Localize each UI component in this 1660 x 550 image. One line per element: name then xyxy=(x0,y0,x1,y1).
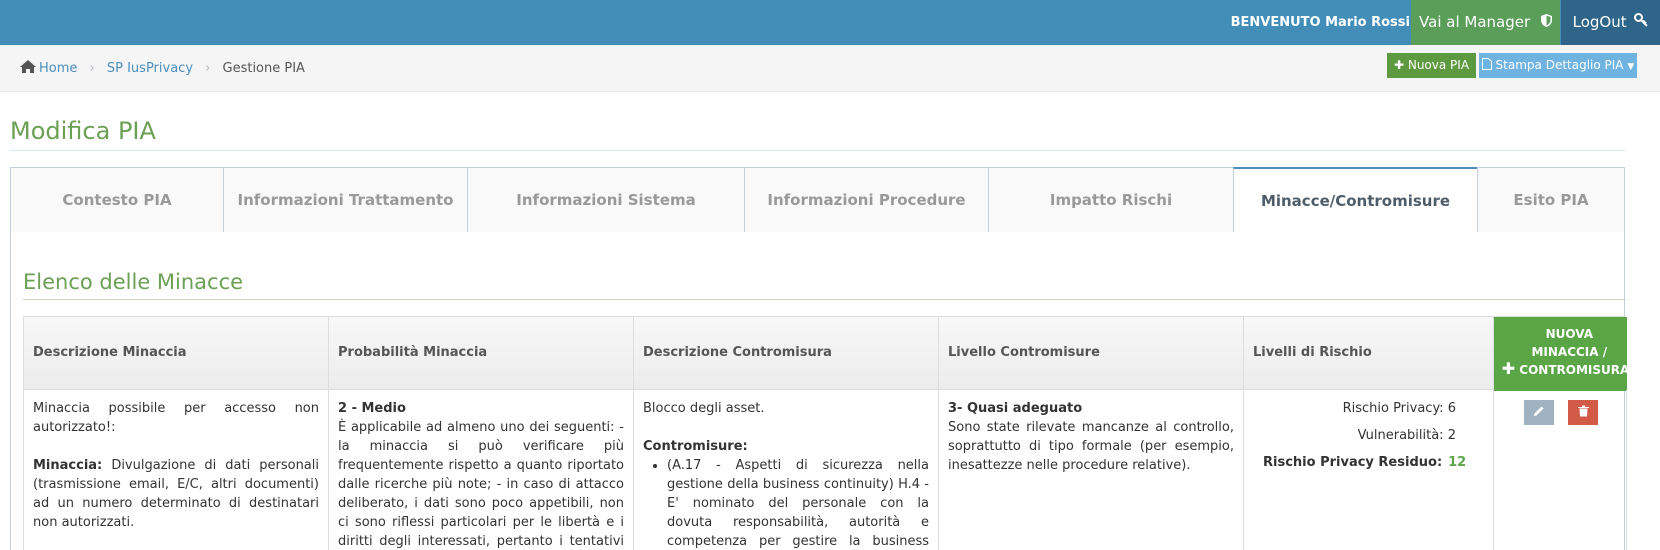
nuova-minaccia-label: NUOVA MINACCIA / CONTROMISURA xyxy=(1519,327,1630,377)
home-icon[interactable] xyxy=(20,46,36,73)
logout-label: LogOut xyxy=(1572,13,1627,31)
pia-tabs: Contesto PIA Informazioni Trattamento In… xyxy=(10,167,1625,273)
chevron-right-icon: › xyxy=(89,61,95,76)
livello-text: Sono state rilevate mancanze al controll… xyxy=(948,420,1234,473)
breadcrumb-home[interactable]: Home xyxy=(39,61,77,76)
nuova-pia-button[interactable]: ✚ Nuova PIA xyxy=(1387,53,1476,78)
contromisura-item: (A.17 - Aspetti di sicurezza nella gesti… xyxy=(667,456,929,550)
probabilita-text: È applicabile ad almeno uno dei seguenti… xyxy=(338,420,624,549)
probabilita-title: 2 - Medio xyxy=(338,401,406,416)
header-descrizione-minaccia: Descrizione Minaccia xyxy=(24,317,329,389)
delete-button[interactable] xyxy=(1568,400,1598,425)
title-divider xyxy=(10,150,1625,151)
edit-button[interactable] xyxy=(1524,400,1554,425)
section-title: Elenco delle Minacce xyxy=(23,270,244,294)
vulnerabilita-value: 2 xyxy=(1447,428,1456,443)
tab-impatto-rischi[interactable]: Impatto Rischi xyxy=(988,167,1234,233)
contromisura-intro: Blocco degli asset. xyxy=(643,401,765,416)
cell-descrizione-minaccia: Minaccia possibile per accesso non autor… xyxy=(24,390,329,550)
rischio-residuo-row: Rischio Privacy Residuo: 12 xyxy=(1253,453,1484,472)
header-livelli-rischio: Livelli di Rischio xyxy=(1244,317,1494,389)
stampa-label: Stampa Dettaglio PIA xyxy=(1495,58,1624,72)
page-title: Modifica PIA xyxy=(10,117,156,145)
table-header: Descrizione Minaccia Probabilità Minacci… xyxy=(23,316,1630,391)
plus-icon: ✚ xyxy=(1393,58,1405,72)
minaccia-label: Minaccia: xyxy=(33,458,103,473)
manager-label: Vai al Manager xyxy=(1419,13,1531,31)
cell-actions xyxy=(1494,390,1627,550)
manager-button[interactable]: Vai al Manager xyxy=(1411,0,1560,45)
cell-livello-contromisure: 3- Quasi adeguato Sono state rilevate ma… xyxy=(939,390,1244,550)
tab-contesto-pia[interactable]: Contesto PIA xyxy=(10,167,224,233)
nuova-pia-label: Nuova PIA xyxy=(1407,58,1470,72)
minaccia-intro: Minaccia possibile per accesso non autor… xyxy=(33,401,319,435)
top-navbar: BENVENUTO Mario Rossi Vai al Manager Log… xyxy=(0,0,1660,45)
chevron-right-icon: › xyxy=(205,61,211,76)
tab-informazioni-sistema-informativo[interactable]: Informazioni Sistema Informativo xyxy=(467,167,745,273)
tab-informazioni-procedure[interactable]: Informazioni Procedure xyxy=(744,167,989,233)
stampa-dettaglio-button[interactable]: Stampa Dettaglio PIA ▼ xyxy=(1479,53,1637,78)
caret-down-icon: ▼ xyxy=(1627,62,1635,72)
header-probabilita-minaccia: Probabilità Minaccia xyxy=(329,317,634,389)
pencil-icon xyxy=(1534,406,1544,416)
plus-icon: ✚ xyxy=(1501,359,1516,378)
cell-livelli-rischio: Rischio Privacy: 6 Vulnerabilità: 2 Risc… xyxy=(1244,390,1494,550)
rischio-residuo-value: 12 xyxy=(1448,455,1467,470)
header-descrizione-contromisura: Descrizione Contromisura xyxy=(634,317,939,389)
tab-esito-pia[interactable]: Esito PIA xyxy=(1477,167,1625,233)
cell-probabilita-minaccia: 2 - Medio È applicabile ad almeno uno de… xyxy=(329,390,634,550)
contromisure-label: Contromisure: xyxy=(643,439,748,454)
shield-icon xyxy=(1540,0,1552,45)
key-icon xyxy=(1634,0,1649,45)
vulnerabilita-label: Vulnerabilità: xyxy=(1357,428,1444,443)
welcome-text: BENVENUTO Mario Rossi xyxy=(1230,15,1410,30)
livello-title: 3- Quasi adeguato xyxy=(948,401,1083,416)
header-livello-contromisure: Livello Contromisure xyxy=(939,317,1244,389)
contromisure-list: (A.17 - Aspetti di sicurezza nella gesti… xyxy=(667,456,929,550)
breadcrumb-current: Gestione PIA xyxy=(222,61,305,76)
tab-minacce-contromisure[interactable]: Minacce/Contromisure xyxy=(1233,167,1478,233)
rischio-residuo-label: Rischio Privacy Residuo: xyxy=(1263,455,1443,470)
nuova-minaccia-button[interactable]: ✚ NUOVA MINACCIA / CONTROMISURA xyxy=(1494,317,1630,391)
file-icon xyxy=(1481,58,1496,72)
tab-informazioni-trattamento[interactable]: Informazioni Trattamento xyxy=(223,167,468,233)
cell-descrizione-contromisura: Blocco degli asset. Contromisure: (A.17 … xyxy=(634,390,939,550)
breadcrumb: Home › SP IusPrivacy › Gestione PIA xyxy=(20,45,305,92)
minaccia-detail: Minaccia: Divulgazione di dati personali… xyxy=(33,456,319,532)
table-row: Minaccia possibile per accesso non autor… xyxy=(23,390,1627,550)
trash-icon xyxy=(1577,405,1589,417)
logout-button[interactable]: LogOut xyxy=(1561,0,1660,45)
section-divider xyxy=(23,299,1626,300)
vulnerabilita-row: Vulnerabilità: 2 xyxy=(1253,426,1484,445)
rischio-privacy-value: 6 xyxy=(1447,401,1456,416)
rischio-privacy-row: Rischio Privacy: 6 xyxy=(1253,399,1484,418)
rischio-privacy-label: Rischio Privacy: xyxy=(1342,401,1444,416)
breadcrumb-section[interactable]: SP IusPrivacy xyxy=(107,61,193,76)
